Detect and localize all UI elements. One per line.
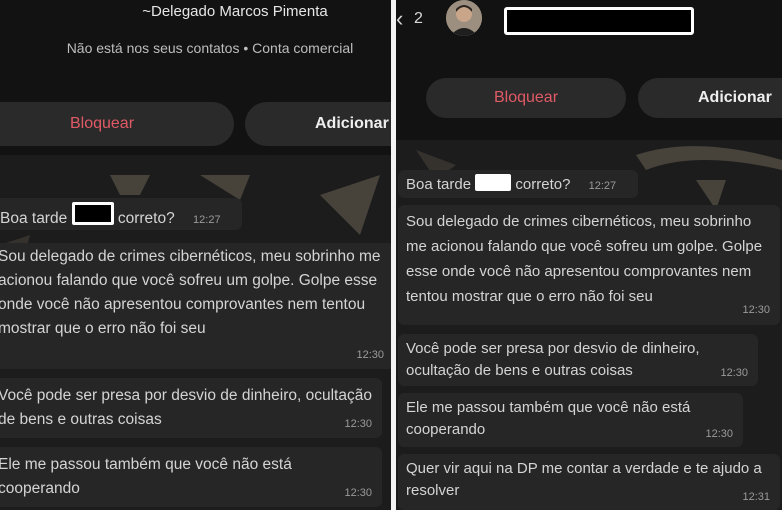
contact-subtitle: Não está nos seus contatos • Conta comer…	[66, 40, 354, 56]
message-time: 12:31	[742, 491, 770, 503]
message-text: Sou delegado de crimes cibernéticos, meu…	[406, 213, 763, 305]
message-time: 12:30	[720, 367, 748, 379]
message-bubble: Quer vir aqui na DP me contar a verdade …	[398, 454, 780, 510]
avatar-photo	[446, 0, 482, 36]
message-text: Boa tarde	[0, 210, 68, 227]
message-bubble: Sou delegado de crimes cibernéticos, meu…	[398, 205, 780, 325]
message-bubble: Sou delegado de crimes cibernéticos, meu…	[0, 243, 391, 369]
redacted-contact-name	[504, 7, 694, 35]
contact-header: ~Delegado Marcos Pimenta Não está nos se…	[0, 0, 391, 155]
block-button-label: Bloquear	[69, 115, 135, 132]
message-time: 12:30	[742, 304, 770, 316]
chevron-left-icon[interactable]: ‹	[396, 6, 403, 32]
message-text: correto?	[117, 210, 175, 227]
message-text: correto?	[515, 176, 571, 193]
redacted-name	[71, 202, 114, 225]
message-time: 12:30	[344, 418, 372, 430]
message-text: Você pode ser presa por desvio de dinhei…	[0, 387, 372, 428]
message-bubble: Você pode ser presa por desvio de dinhei…	[0, 378, 382, 438]
add-button-label: Adicionar	[315, 115, 389, 132]
message-bubble: Boa tarde correto? 12:27	[0, 198, 242, 230]
message-bubble: Ele me passou também que você não está c…	[398, 393, 743, 447]
message-text: Ele me passou também que você não está c…	[406, 399, 691, 438]
avatar[interactable]	[446, 0, 482, 36]
message-text: Boa tarde	[406, 176, 472, 193]
left-chat-screenshot: ~Delegado Marcos Pimenta Não está nos se…	[0, 0, 391, 510]
message-text: Sou delegado de crimes cibernéticos, meu…	[0, 248, 381, 337]
message-bubble: Ele me passou também que você não está c…	[0, 447, 382, 507]
message-time: 12:30	[344, 487, 372, 499]
message-text: Você pode ser presa por desvio de dinhei…	[406, 340, 700, 379]
contact-name: ~Delegado Marcos Pimenta	[142, 3, 328, 20]
block-button[interactable]: Bloquear	[0, 102, 234, 146]
block-button-label: Bloquear	[493, 89, 559, 106]
message-bubble: Você pode ser presa por desvio de dinhei…	[398, 334, 758, 386]
message-text: Ele me passou também que você não está c…	[0, 456, 292, 497]
add-button-label: Adicionar	[698, 89, 772, 106]
add-contact-button[interactable]: Adicionar	[638, 78, 782, 118]
add-contact-button[interactable]: Adicionar	[245, 102, 391, 146]
redacted-name	[475, 174, 512, 191]
right-chat-screenshot: ‹ 2 Bloquear Adicionar Boa tarde correto…	[396, 0, 782, 510]
message-time: 12:30	[356, 349, 384, 361]
message-time: 12:30	[705, 428, 733, 440]
message-time: 12:27	[588, 180, 617, 192]
message-bubble: Boa tarde correto? 12:27	[398, 170, 638, 198]
message-time: 12:27	[193, 214, 221, 226]
message-text: Quer vir aqui na DP me contar a verdade …	[406, 460, 762, 499]
unread-count: 2	[414, 10, 423, 27]
contact-header: ‹ 2 Bloquear Adicionar	[396, 0, 782, 140]
block-button[interactable]: Bloquear	[426, 78, 626, 118]
